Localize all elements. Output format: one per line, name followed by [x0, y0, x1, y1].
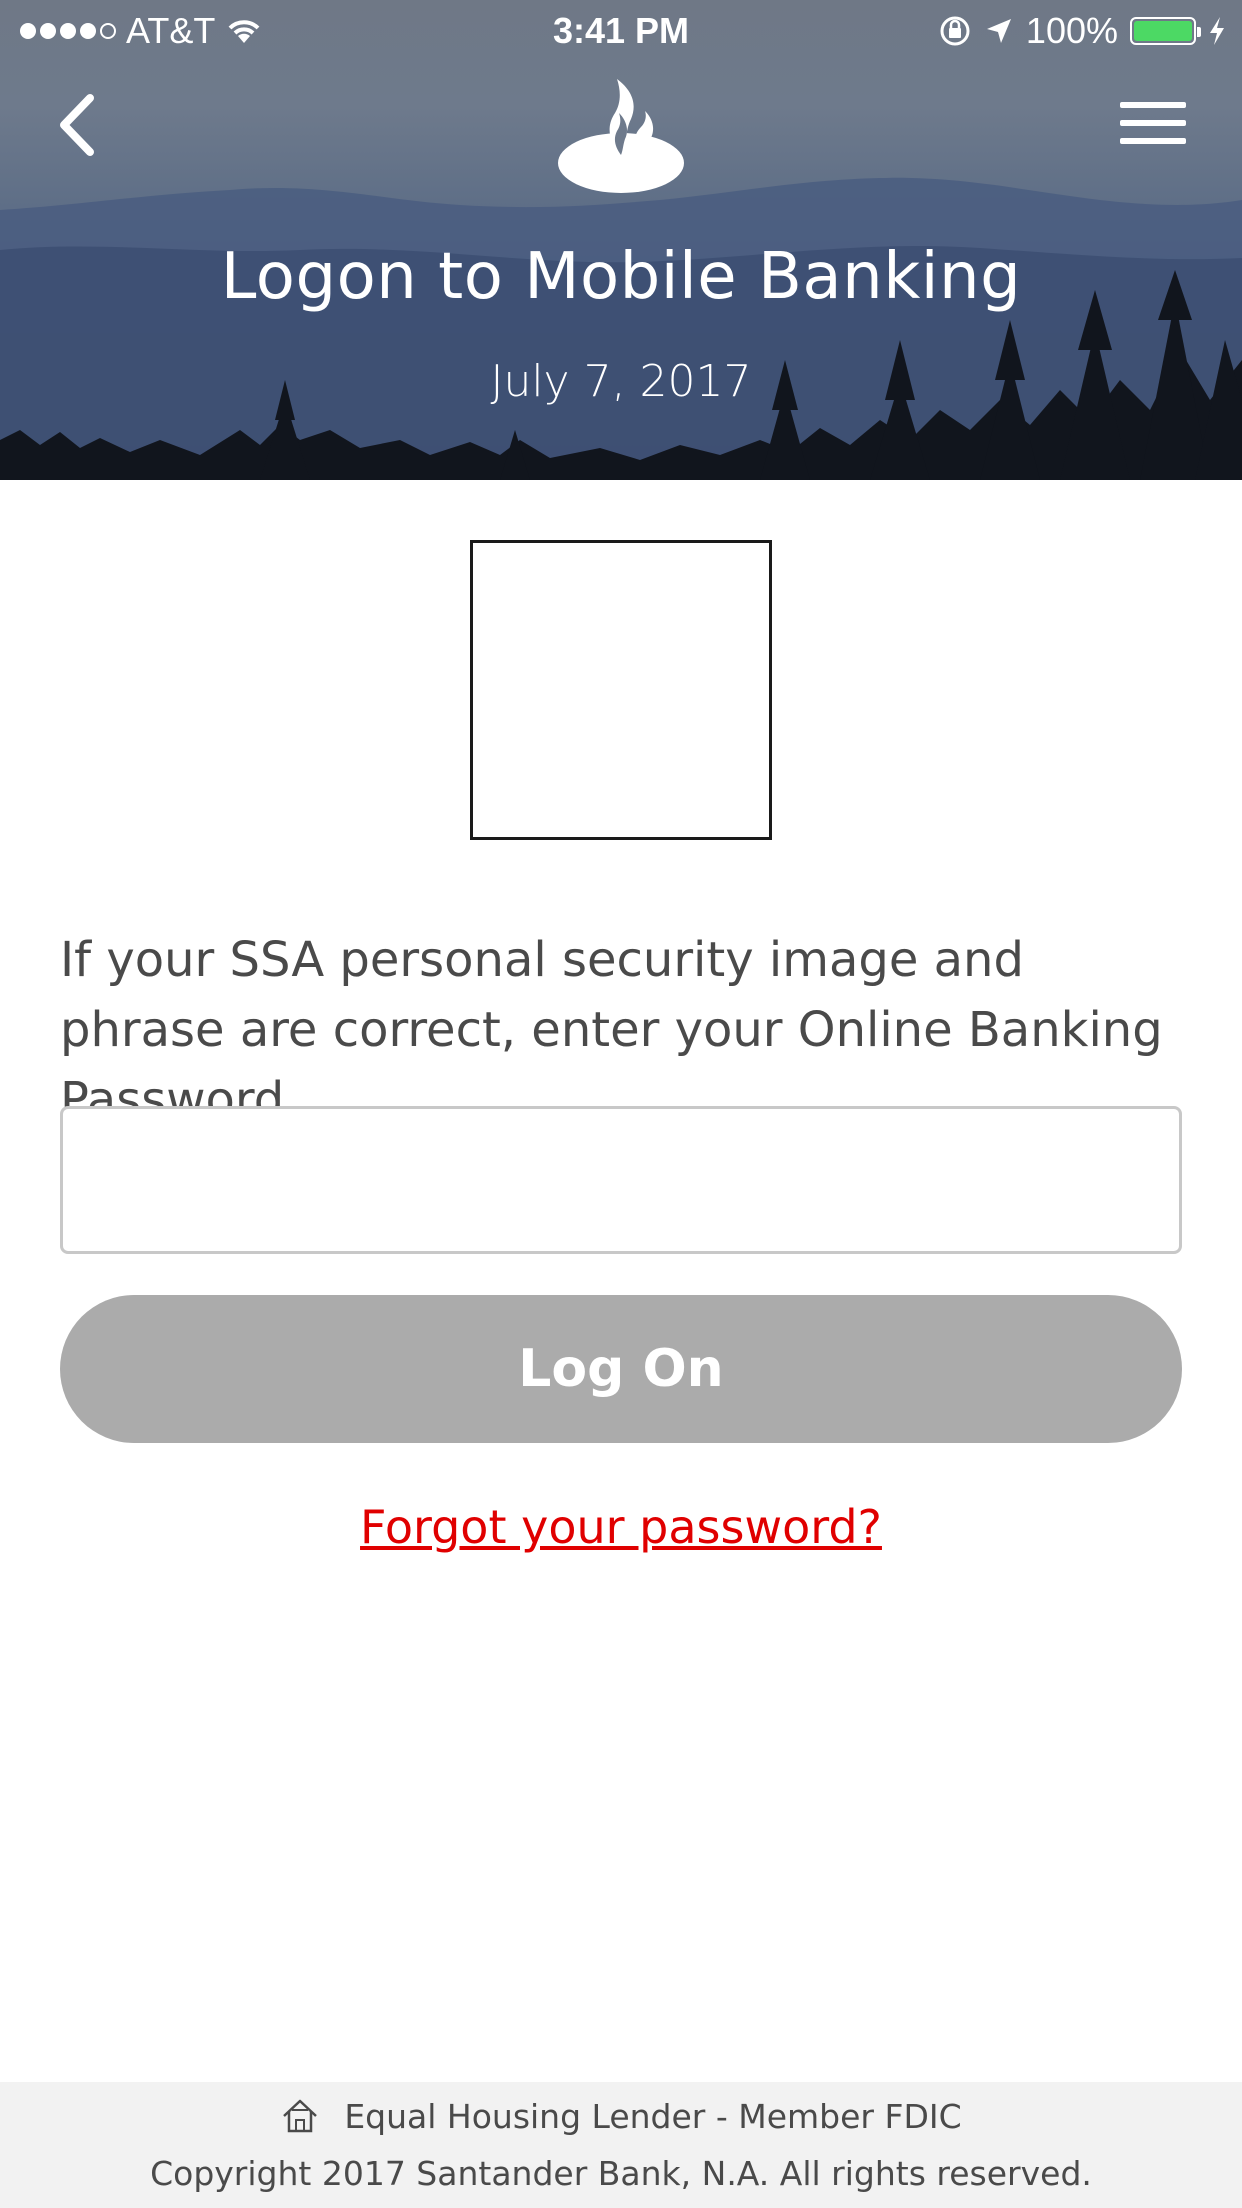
- footer: Equal Housing Lender - Member FDIC Copyr…: [0, 2082, 1242, 2208]
- location-arrow-icon: [986, 19, 1011, 43]
- page-title: Logon to Mobile Banking: [220, 240, 1022, 314]
- password-input[interactable]: [60, 1106, 1182, 1254]
- log-on-button[interactable]: Log On: [60, 1295, 1182, 1443]
- login-instructions: If your SSA personal security image and …: [60, 932, 1163, 1128]
- header-banner: AT&T 3:41 PM 100% Logon to Mobile Bankin…: [0, 0, 1242, 480]
- battery-icon: [1130, 17, 1201, 45]
- page-date: July 7, 2017: [490, 356, 752, 407]
- status-bar: AT&T 3:41 PM 100%: [0, 0, 1242, 60]
- house-icon: [283, 2099, 318, 2133]
- rotation-lock-icon: [940, 16, 970, 46]
- status-right: 100%: [938, 10, 1226, 52]
- page: AT&T 3:41 PM 100% Logon to Mobile Bankin…: [0, 0, 1242, 2208]
- santander-flame-logo: [558, 79, 684, 193]
- charging-bolt-icon: [1210, 17, 1224, 45]
- battery-level: [1134, 21, 1192, 41]
- battery-cap: [1197, 27, 1201, 37]
- footer-copyright: Copyright 2017 Santander Bank, N.A. All …: [150, 2154, 1092, 2193]
- hamburger-menu-icon[interactable]: [1120, 100, 1186, 146]
- chevron-left-icon[interactable]: [50, 90, 110, 160]
- security-image: [470, 540, 772, 840]
- battery-percent: 100%: [1025, 10, 1118, 51]
- footer-lender-text: Equal Housing Lender - Member FDIC: [344, 2096, 962, 2136]
- footer-lender-row: Equal Housing Lender - Member FDIC: [0, 2096, 1242, 2136]
- forgot-password-link[interactable]: Forgot your password?: [0, 1500, 1242, 1554]
